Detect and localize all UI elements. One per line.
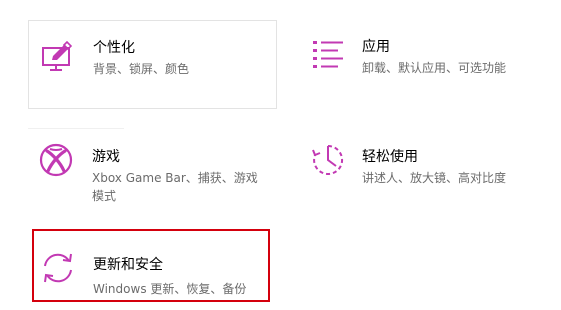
sync-icon [40, 250, 76, 286]
tile-personalization[interactable]: 个性化 背景、锁屏、颜色 [28, 20, 277, 109]
apps-list-icon [310, 37, 346, 73]
tile-description: Xbox Game Bar、捕获、游戏模式 [92, 171, 258, 203]
personalization-icon [39, 38, 75, 74]
tile-update-security[interactable]: 更新和安全 Windows 更新、恢复、备份 [32, 229, 270, 302]
tile-ease-of-access[interactable]: 轻松使用 讲述人、放大镜、高对比度 [300, 130, 550, 210]
tile-title: 个性化 [93, 40, 135, 56]
tile-title: 应用 [362, 39, 390, 55]
divider [28, 128, 124, 129]
ease-of-access-icon [310, 142, 346, 178]
tile-description: 讲述人、放大镜、高对比度 [362, 171, 507, 185]
tile-gaming[interactable]: 游戏 Xbox Game Bar、捕获、游戏模式 [28, 130, 277, 210]
tile-apps[interactable]: 应用 卸载、默认应用、可选功能 [300, 20, 550, 109]
tile-description: Windows 更新、恢复、备份 [93, 282, 247, 296]
tile-title: 轻松使用 [362, 149, 418, 165]
xbox-icon [38, 142, 74, 178]
tile-description: 卸载、默认应用、可选功能 [362, 61, 507, 75]
tile-title: 游戏 [92, 149, 120, 165]
tile-description: 背景、锁屏、颜色 [93, 62, 190, 76]
tile-title: 更新和安全 [93, 257, 163, 273]
